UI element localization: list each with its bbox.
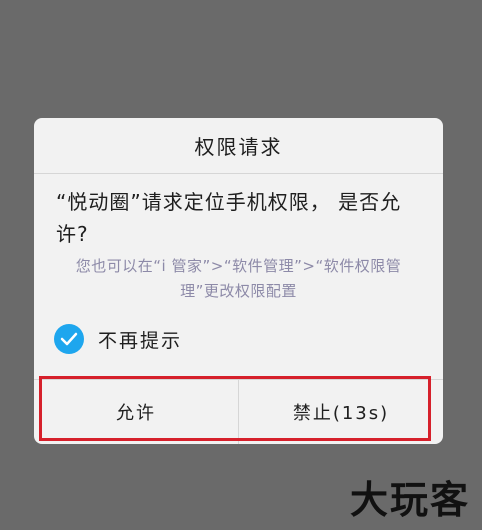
checkbox-checked-icon[interactable] <box>54 324 84 354</box>
checkmark-icon <box>60 332 78 346</box>
dialog-message: “悦动圈”请求定位手机权限， 是否允许? <box>56 190 402 246</box>
deny-button[interactable]: 禁止(13s) <box>239 380 443 444</box>
dialog-buttons: 允许 禁止(13s) <box>34 379 443 444</box>
checkbox-label: 不再提示 <box>98 329 183 352</box>
dialog-hint: 您也可以在“i 管家”>“软件管理”>“软件权限管理”更改权限配置 <box>75 257 402 300</box>
dont-show-again-row[interactable]: 不再提示 <box>54 324 182 354</box>
permission-dialog: 权限请求 “悦动圈”请求定位手机权限， 是否允许? 您也可以在“i 管家”>“软… <box>34 118 443 444</box>
watermark-logo: 大玩客 <box>349 477 470 522</box>
dialog-title: 权限请求 <box>34 118 443 174</box>
allow-button[interactable]: 允许 <box>34 380 239 444</box>
